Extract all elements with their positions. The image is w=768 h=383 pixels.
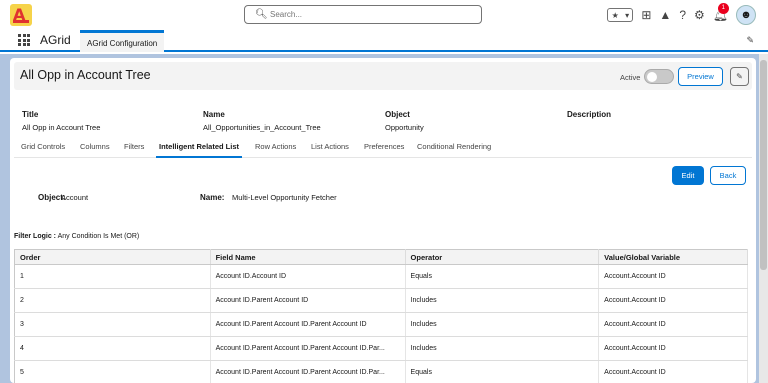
star-icon: ★ [611, 10, 619, 20]
notifications-bell-icon[interactable]: 🔔︎ 1 [713, 3, 729, 22]
cell-operator: Includes [405, 288, 600, 313]
back-button[interactable]: Back [710, 166, 746, 185]
column-header-field-name[interactable]: Field Name [210, 249, 406, 265]
tab-preferences[interactable]: Preferences [364, 142, 404, 158]
table-row: 3 Account ID.Parent Account ID.Parent Ac… [14, 312, 748, 337]
filter-logic-label: Filter Logic : [14, 233, 56, 240]
header-utility-icons: ★ ▾ ⊞ ▲ ? ⚙ 🔔︎ 1 ☻ [607, 3, 756, 26]
gear-icon[interactable]: ⚙ [694, 8, 705, 22]
cell-operator: Equals [405, 264, 600, 289]
config-tabs: Grid Controls Columns Filters Intelligen… [14, 138, 752, 158]
table-row: 4 Account ID.Parent Account ID.Parent Ac… [14, 336, 748, 361]
field-object: Object Opportunity [385, 110, 424, 132]
active-label: Active [620, 73, 641, 82]
page-title: All Opp in Account Tree [20, 68, 151, 82]
cell-field-name: Account ID.Parent Account ID.Parent Acco… [210, 360, 406, 383]
column-header-value[interactable]: Value/Global Variable [598, 249, 748, 265]
filter-conditions-table: Order Field Name Operator Value/Global V… [14, 249, 748, 383]
cell-order: 4 [14, 336, 211, 361]
tab-row-actions[interactable]: Row Actions [255, 142, 296, 158]
column-header-operator[interactable]: Operator [405, 249, 600, 265]
cell-field-name: Account ID.Parent Account ID [210, 288, 406, 313]
cell-field-name: Account ID.Parent Account ID.Parent Acco… [210, 312, 406, 337]
active-toggle[interactable] [644, 69, 674, 84]
app-name: AGrid [40, 33, 71, 47]
help-icon[interactable]: ? [679, 8, 686, 22]
object-value: Account [61, 193, 89, 202]
favorites-button[interactable]: ★ ▾ [607, 8, 634, 22]
filter-logic: Filter Logic : Any Condition Is Met (OR) [14, 233, 139, 240]
tab-list-actions[interactable]: List Actions [311, 142, 349, 158]
cell-field-name: Account ID.Parent Account ID.Parent Acco… [210, 336, 406, 361]
cell-value: Account.Account ID [598, 312, 748, 337]
tab-grid-controls[interactable]: Grid Controls [21, 142, 65, 158]
field-title: Title All Opp in Account Tree [22, 110, 101, 132]
table-header-row: Order Field Name Operator Value/Global V… [14, 249, 748, 265]
table-row: 1 Account ID.Account ID Equals Account.A… [14, 264, 748, 289]
cell-value: Account.Account ID [598, 288, 748, 313]
field-description: Description [567, 110, 612, 119]
search-icon: 🔍︎ [255, 9, 268, 20]
scrollbar-thumb[interactable] [760, 60, 767, 270]
cell-operator: Includes [405, 336, 600, 361]
table-row: 2 Account ID.Parent Account ID Includes … [14, 288, 748, 313]
record-header: All Opp in Account Tree Active Preview ✎ [14, 62, 752, 90]
global-header: A 🔍︎ Search... ★ ▾ ⊞ ▲ ? ⚙ 🔔︎ 1 ☻ [0, 0, 768, 30]
app-logo[interactable]: A [10, 4, 32, 26]
cell-value: Account.Account ID [598, 336, 748, 361]
column-header-order[interactable]: Order [14, 249, 211, 265]
name-label: Name: [200, 193, 225, 202]
edit-button[interactable]: Edit [672, 166, 704, 185]
tab-intelligent-related-list[interactable]: Intelligent Related List [156, 142, 243, 158]
app-launcher-icon[interactable] [18, 34, 30, 46]
edit-nav-icon[interactable]: ✎ [746, 35, 754, 46]
cell-order: 3 [14, 312, 211, 337]
page-background: All Opp in Account Tree Active Preview ✎… [0, 54, 768, 383]
pencil-icon: ✎ [736, 72, 743, 81]
cell-operator: Equals [405, 360, 600, 383]
cell-order: 2 [14, 288, 211, 313]
record-card: All Opp in Account Tree Active Preview ✎… [10, 58, 756, 383]
page-scrollbar[interactable] [759, 54, 768, 383]
filter-logic-value: Any Condition Is Met (OR) [57, 233, 140, 240]
table-row: 5 Account ID.Parent Account ID.Parent Ac… [14, 360, 748, 383]
preview-button[interactable]: Preview [678, 67, 723, 86]
tab-filters[interactable]: Filters [124, 142, 144, 158]
avatar[interactable]: ☻ [736, 5, 756, 25]
cell-order: 5 [14, 360, 211, 383]
cell-value: Account.Account ID [598, 360, 748, 383]
app-navigation-bar: AGrid AGrid Configuration ✎ [0, 30, 768, 52]
notification-badge: 1 [717, 3, 729, 14]
cell-value: Account.Account ID [598, 264, 748, 289]
cell-operator: Includes [405, 312, 600, 337]
add-icon[interactable]: ⊞ [641, 8, 651, 22]
tab-conditional-rendering[interactable]: Conditional Rendering [417, 142, 491, 158]
cell-order: 1 [14, 264, 211, 289]
chevron-down-icon: ▾ [625, 10, 630, 20]
cell-field-name: Account ID.Account ID [210, 264, 406, 289]
edit-record-button[interactable]: ✎ [730, 67, 749, 86]
search-placeholder: Search... [270, 10, 303, 19]
field-name: Name All_Opportunities_in_Account_Tree [203, 110, 321, 132]
trailhead-icon[interactable]: ▲ [659, 8, 671, 22]
nav-tab-agrid-configuration[interactable]: AGrid Configuration [80, 30, 164, 52]
name-value: Multi-Level Opportunity Fetcher [232, 193, 337, 202]
global-search[interactable]: 🔍︎ Search... [244, 5, 482, 24]
tab-columns[interactable]: Columns [80, 142, 110, 158]
